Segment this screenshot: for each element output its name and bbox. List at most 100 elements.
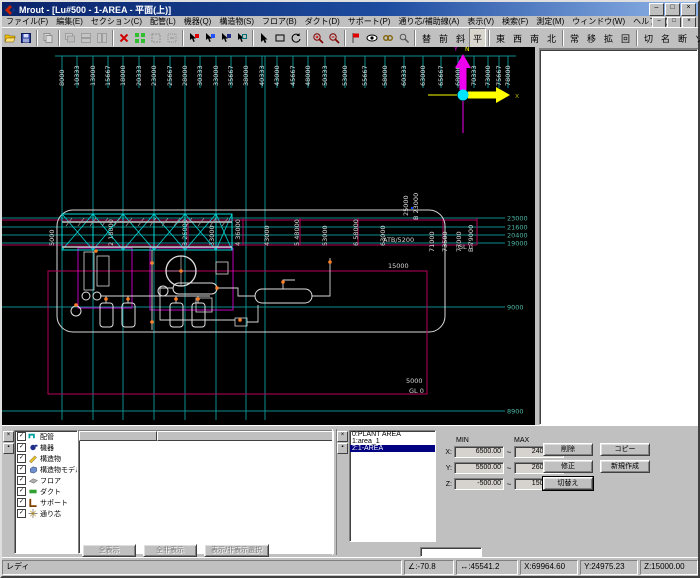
z-min-field[interactable]: -500.00 [454,478,504,490]
menu-item[interactable]: ウィンドウ(W) [568,16,629,27]
layer-checkbox[interactable]: ✓ [17,443,26,452]
delete-button[interactable] [116,28,132,48]
view-change-button[interactable]: 替 [418,28,435,48]
zoom-out-button[interactable] [326,28,342,48]
flag-button[interactable] [348,28,364,48]
mode-move-button[interactable]: 移 [583,28,600,48]
modify-area-button[interactable]: 修正 [543,460,593,473]
layer-row-構造物モデル[interactable]: ✓ 構造物モデル [15,464,77,475]
view-front-button[interactable]: 前 [435,28,452,48]
section-button[interactable]: 断 [674,28,691,48]
view-iso-button[interactable]: 斜 [452,28,469,48]
menu-item[interactable]: フロア(B) [258,16,301,27]
menu-item[interactable]: 表示(V) [463,16,498,27]
left-pane-pin-button[interactable]: ▪ [3,443,14,454]
maximize-button[interactable]: □ [665,2,680,16]
layer-row-ダクト[interactable]: ✓ ダクト [15,486,77,497]
close-button[interactable]: × [681,2,696,16]
right-pane-close-button[interactable]: × [337,431,348,442]
window-cascade-button[interactable] [62,28,78,48]
copy-area-button[interactable]: コピー [600,443,650,456]
left-pane-close-button[interactable]: × [3,431,14,442]
cad-drawing[interactable]: 8000 10333 13000 15667 18000 20333 23000 25667 2… [2,47,535,425]
pick-element-button[interactable] [186,28,202,48]
layer-row-フロア[interactable]: ✓ フロア [15,475,77,486]
copy-button[interactable] [40,28,56,48]
rect-select-button[interactable] [272,28,288,48]
select-mode2-button[interactable] [164,28,180,48]
right-dock-panel[interactable] [539,49,698,425]
show-hide-select-button[interactable]: 表示/非表示選択 [204,544,269,557]
hide-all-button[interactable]: 全非表示 [143,544,197,557]
menu-item[interactable]: 機器(Q) [180,16,216,27]
menu-item[interactable]: ダクト(D) [301,16,344,27]
create-new-area-button[interactable]: 新規作成 [600,460,650,473]
bottom-edit-strip[interactable] [420,547,482,557]
mode-normal-button[interactable]: 常 [566,28,583,48]
layer-row-配管[interactable]: ✓ 配管 [15,431,77,442]
rotate-view-button[interactable] [288,28,304,48]
show-all-button[interactable]: 全表示 [82,544,136,557]
select-mode-button[interactable] [148,28,164,48]
y-min-field[interactable]: 5500.00 [454,462,504,474]
view-east-button[interactable]: 東 [492,28,509,48]
menu-item[interactable]: 編集(E) [52,16,87,27]
delete-x-icon [119,33,129,43]
layer-row-サポート[interactable]: ✓ サポート [15,497,77,508]
pick-area-button[interactable] [234,28,250,48]
menu-item[interactable]: サポート(P) [344,16,395,27]
area-list-item[interactable]: 2:1-AREA [350,445,435,452]
layer-checkbox[interactable]: ✓ [17,432,26,441]
layer-checkbox[interactable]: ✓ [17,465,26,474]
window-tile-button[interactable] [78,28,94,48]
menu-item[interactable]: セクション(C) [87,16,146,27]
visibility-button[interactable] [364,28,380,48]
pointer-button[interactable] [256,28,272,48]
right-pane-pin-button[interactable]: ▪ [337,443,348,454]
window-arrange-button[interactable] [94,28,110,48]
pick-register-button[interactable] [218,28,234,48]
layer-checkbox[interactable]: ✓ [17,509,26,518]
menu-item[interactable]: 構造物(S) [215,16,258,27]
layer-checkbox[interactable]: ✓ [17,476,26,485]
grid-toggle-button[interactable] [132,28,148,48]
mode-rotate-button[interactable]: 回 [617,28,634,48]
open-button[interactable] [2,28,18,48]
element-list[interactable] [78,430,334,554]
mode-zoom-button[interactable]: 拡 [600,28,617,48]
menu-item[interactable]: ファイル(F) [2,16,52,27]
layer-checkbox[interactable]: ✓ [17,498,26,507]
zoom-in-button[interactable] [310,28,326,48]
view-south-button[interactable]: 南 [526,28,543,48]
layer-row-機器[interactable]: ✓ 機器 [15,442,77,453]
cut-button[interactable]: 切 [640,28,657,48]
layer-row-通り芯[interactable]: ✓ 通り芯 [15,508,77,519]
menu-item[interactable]: 測定(M) [532,16,568,27]
view-plan-button[interactable]: 平 [469,28,486,48]
drawing-canvas[interactable]: 8000 10333 13000 15667 18000 20333 23000 25667 2… [2,47,535,425]
probe-button[interactable] [396,28,412,48]
layer-checkbox[interactable]: ✓ [17,454,26,463]
menu-item[interactable]: 通り芯/補助線(A) [394,16,463,27]
element-list-header-2[interactable] [157,431,333,441]
area-listbox[interactable]: 0:PLANT AREA 1:area_1 2:1-AREA [349,430,436,542]
layer-checklist[interactable]: ✓ 配管 ✓ 機器 ✓ 構造物 ✓ 構造物モデル ✓ フロア ✓ ダクト ✓ サポート ✓ 通り芯 [14,430,78,554]
name-button[interactable]: 名 [657,28,674,48]
link-button[interactable] [380,28,396,48]
layer-checkbox[interactable]: ✓ [17,487,26,496]
layer-row-構造物[interactable]: ✓ 構造物 [15,453,77,464]
view-west-button[interactable]: 西 [509,28,526,48]
delete-area-button[interactable]: 削除 [543,443,593,456]
menu-item[interactable]: 配管(L) [146,16,180,27]
area-list-item[interactable]: 0:PLANT AREA [350,431,435,438]
menu-item[interactable]: 検索(F) [498,16,532,27]
element-list-header-1[interactable] [79,431,157,441]
switch-area-button[interactable]: 切替え [542,476,594,491]
solid-button[interactable]: ソ [691,28,700,48]
save-button[interactable] [18,28,34,48]
minimize-button[interactable]: – [649,2,664,16]
view-north-button[interactable]: 北 [543,28,560,48]
area-list-item[interactable]: 1:area_1 [350,438,435,445]
x-min-field[interactable]: 6500.00 [454,446,504,458]
pick-group-button[interactable] [202,28,218,48]
